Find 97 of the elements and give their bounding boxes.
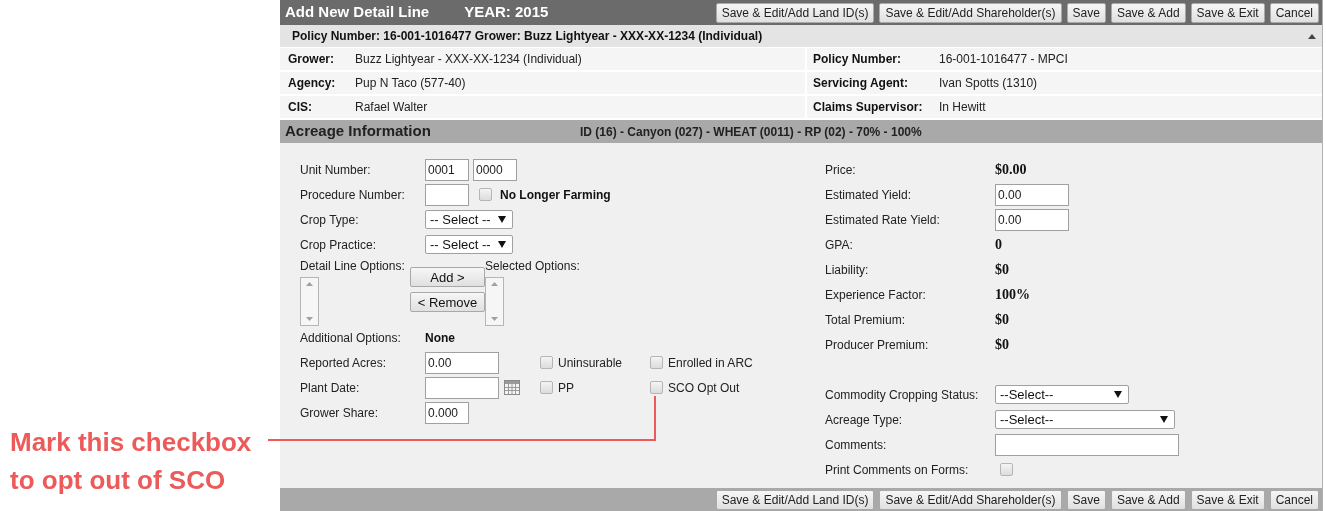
field-label: Producer Premium:	[825, 336, 930, 354]
policy-summary: Policy Number: 16-001-1016477 Grower: Buzz Lightyear - XXX-XX-1234 (Individual)	[292, 28, 763, 45]
input-field[interactable]: 0.00	[425, 351, 499, 374]
crop-summary: ID (16) - Canyon (027) - WHEAT (0011) - RP (02) - 70% - 100%	[580, 123, 922, 141]
dropdown[interactable]: -- Select --	[425, 235, 513, 254]
checkbox[interactable]	[1000, 463, 1013, 476]
field-label: Acreage Type:	[825, 411, 904, 429]
field-label: Estimated Rate Yield:	[825, 211, 941, 229]
input-field[interactable]: 0.00	[995, 183, 1069, 206]
scroll-down-icon[interactable]	[306, 317, 313, 321]
checkbox[interactable]	[540, 381, 553, 394]
info-label: Claims Supervisor:	[813, 99, 924, 116]
action-button[interactable]: Save & Exit	[1190, 2, 1265, 23]
action-button[interactable]: Save & Edit/Add Land ID(s)	[715, 2, 875, 23]
action-button[interactable]: Save & Edit/Add Shareholder(s)	[879, 489, 1062, 510]
field-label: Liability:	[825, 261, 870, 279]
dropdown[interactable]: -- Select --	[425, 210, 513, 229]
info-value: Rafael Walter	[355, 99, 428, 116]
info-value: Ivan Spotts (1310)	[939, 75, 1038, 92]
field-value: $0	[995, 261, 1009, 279]
dropdown[interactable]: --Select--	[995, 385, 1129, 404]
field-value: $0	[995, 336, 1009, 354]
scroll-up-icon[interactable]	[491, 282, 498, 286]
input-field[interactable]: 0.000	[425, 401, 469, 424]
info-value: In Hewitt	[939, 99, 986, 116]
scroll-down-icon[interactable]	[491, 317, 498, 321]
field-label: Unit Number:	[300, 161, 372, 179]
field-label: Price:	[825, 161, 857, 179]
action-button[interactable]: Save	[1066, 2, 1106, 23]
caret-icon	[498, 241, 506, 248]
checkbox[interactable]	[650, 381, 663, 394]
collapse-icon[interactable]	[1308, 33, 1316, 39]
input-field[interactable]: 0.00	[995, 208, 1069, 231]
action-button[interactable]: Save & Add	[1110, 2, 1186, 23]
field-value: 0	[995, 236, 1002, 254]
field-label: Commodity Cropping Status:	[825, 386, 980, 404]
field-label: Plant Date:	[300, 379, 361, 397]
checkbox-label: PP	[558, 379, 574, 397]
field-label: Total Premium:	[825, 311, 907, 329]
calendar-icon[interactable]	[504, 380, 520, 395]
info-label: Policy Number:	[813, 51, 903, 68]
checkbox-label: Uninsurable	[558, 354, 623, 372]
remove-button[interactable]: < Remove	[410, 292, 485, 312]
input-field[interactable]: 0001	[425, 158, 469, 181]
caret-icon	[1160, 416, 1168, 423]
action-button[interactable]: Save & Edit/Add Land ID(s)	[715, 489, 875, 510]
field-label: Comments:	[825, 436, 888, 454]
field-value: $0.00	[995, 161, 1027, 179]
checkbox[interactable]	[650, 356, 663, 369]
checkbox-label: SCO Opt Out	[668, 379, 740, 397]
field-label: Estimated Yield:	[825, 186, 913, 204]
caret-icon	[1114, 391, 1122, 398]
info-value: Buzz Lightyear - XXX-XX-1234 (Individual)	[355, 51, 582, 68]
checkbox[interactable]	[479, 188, 492, 201]
info-value: Pup N Taco (577-40)	[355, 75, 466, 92]
field-label: Crop Practice:	[300, 236, 378, 254]
field-value: $0	[995, 311, 1009, 329]
checkbox-label: Enrolled in ARC	[668, 354, 753, 372]
field-label: Print Comments on Forms:	[825, 461, 970, 479]
field-label: Experience Factor:	[825, 286, 927, 304]
input-field[interactable]: 0000	[473, 158, 517, 181]
field-label: Selected Options:	[485, 258, 580, 275]
scroll-up-icon[interactable]	[306, 282, 313, 286]
input-field[interactable]	[425, 183, 469, 206]
field-value: None	[425, 329, 455, 347]
field-label: Procedure Number:	[300, 186, 406, 204]
caret-icon	[498, 216, 506, 223]
year-label: YEAR: 2015	[464, 2, 549, 23]
checkbox[interactable]	[540, 356, 553, 369]
info-label: Servicing Agent:	[813, 75, 909, 92]
field-label: Additional Options:	[300, 329, 402, 347]
page-title: Add New Detail Line	[285, 2, 430, 23]
action-button[interactable]: Save & Add	[1110, 489, 1186, 510]
action-button[interactable]: Save	[1066, 489, 1106, 510]
checkbox-label: No Longer Farming	[500, 186, 611, 204]
action-button[interactable]: Save & Edit/Add Shareholder(s)	[879, 2, 1062, 23]
info-label: CIS:	[288, 99, 313, 116]
field-value: 100%	[995, 286, 1030, 304]
info-label: Agency:	[288, 75, 337, 92]
info-label: Grower:	[288, 51, 335, 68]
annotation-text: Mark this checkbox to opt out of SCO	[10, 426, 253, 497]
dropdown[interactable]: --Select--	[995, 410, 1175, 429]
comments-field[interactable]	[995, 433, 1179, 456]
field-label: Reported Acres:	[300, 354, 388, 372]
section-title: Acreage Information	[285, 121, 432, 142]
list-box[interactable]	[485, 277, 504, 326]
date-field[interactable]	[425, 376, 499, 399]
field-label: Grower Share:	[300, 404, 380, 422]
field-label: Detail Line Options:	[300, 258, 406, 275]
action-button[interactable]: Save & Exit	[1190, 489, 1265, 510]
list-box[interactable]	[300, 277, 319, 326]
add-button[interactable]: Add >	[410, 267, 485, 287]
action-button[interactable]: Cancel	[1269, 489, 1319, 510]
action-button[interactable]: Cancel	[1269, 2, 1319, 23]
info-value: 16-001-1016477 - MPCI	[939, 51, 1068, 68]
field-label: Crop Type:	[300, 211, 360, 229]
field-label: GPA:	[825, 236, 854, 254]
